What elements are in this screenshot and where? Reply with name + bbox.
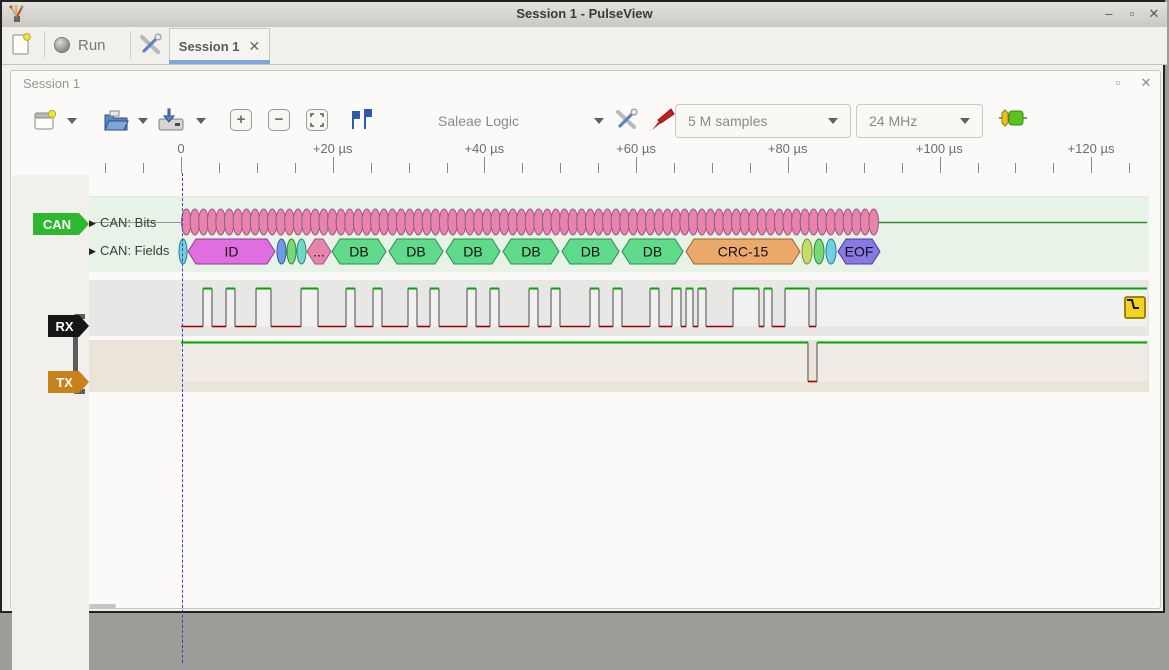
close-button[interactable]: ✕ (1145, 5, 1163, 23)
ruler-minor-tick (295, 163, 296, 173)
title-bar: Session 1 - PulseView – ▫ ✕ (2, 2, 1167, 28)
ruler-minor-tick (712, 163, 713, 173)
ruler-minor-tick (864, 163, 865, 173)
trigger-falling-edge-icon[interactable] (1124, 296, 1146, 319)
device-select-caret-icon (594, 118, 604, 124)
zoom-in-button[interactable]: + (230, 109, 252, 131)
ruler-label: +120 µs (1068, 141, 1115, 156)
ruler-minor-tick (257, 163, 258, 173)
run-button[interactable]: Run (54, 32, 124, 58)
session-close-button[interactable]: ✕ (1137, 75, 1155, 91)
ruler-major-tick (181, 157, 182, 173)
decoder-row-label-bits[interactable]: CAN: Bits (100, 215, 156, 230)
decoder-menu-icon[interactable] (999, 109, 1027, 127)
ruler-minor-tick (371, 163, 372, 173)
session-window-title: Session 1 (23, 76, 80, 91)
ruler-minor-tick (826, 163, 827, 173)
session-restore-button[interactable]: ▫ (1109, 75, 1127, 91)
toolbar-separator (44, 31, 45, 59)
device-select[interactable]: Saleae Logic (438, 109, 604, 133)
main-toolbar: Run Session 1 ✕ (2, 27, 1167, 65)
window-title: Session 1 - PulseView (2, 6, 1167, 21)
maximize-button[interactable]: ▫ (1123, 5, 1141, 23)
tab-label: Session 1 (179, 39, 240, 54)
ruler-label: +40 µs (464, 141, 504, 156)
new-session-caret-icon[interactable] (67, 118, 77, 124)
tx-channel-band[interactable] (89, 340, 1149, 392)
open-caret-icon[interactable] (138, 118, 148, 124)
horizontal-scrollbar-thumb[interactable] (89, 604, 116, 608)
ruler-label: +20 µs (313, 141, 353, 156)
ruler-minor-tick (598, 163, 599, 173)
zoom-fit-button[interactable] (306, 109, 328, 131)
ruler-minor-tick (750, 163, 751, 173)
ruler-minor-tick (409, 163, 410, 173)
ruler-major-tick (636, 157, 637, 173)
device-config-icon[interactable] (613, 107, 639, 133)
sample-count-value: 5 M samples (688, 113, 767, 129)
tab-session-1[interactable]: Session 1 ✕ (169, 28, 270, 64)
cursors-icon[interactable] (349, 109, 375, 131)
device-select-value: Saleae Logic (438, 113, 519, 129)
can-decoder-tag[interactable]: CAN (33, 213, 89, 235)
trace-gutter (12, 175, 89, 670)
ruler-minor-tick (143, 163, 144, 173)
ruler-label: 0 (177, 141, 184, 156)
ruler-label: +60 µs (616, 141, 656, 156)
save-caret-icon[interactable] (196, 118, 206, 124)
run-label: Run (78, 37, 106, 54)
ruler-major-tick (940, 157, 941, 173)
ruler-minor-tick (522, 163, 523, 173)
ruler-minor-tick (560, 163, 561, 173)
probe-icon[interactable] (649, 107, 675, 133)
toolbar-separator (130, 31, 131, 59)
ruler-minor-tick (902, 163, 903, 173)
tab-close-icon[interactable]: ✕ (248, 38, 260, 55)
new-file-icon[interactable] (12, 33, 32, 57)
decoder-row-label-fields[interactable]: CAN: Fields (100, 243, 169, 258)
ruler-minor-tick (1053, 163, 1054, 173)
open-icon[interactable] (103, 109, 129, 133)
ruler-minor-tick (447, 163, 448, 173)
ruler-major-tick (1091, 157, 1092, 173)
tab-active-indicator (169, 60, 270, 64)
ruler-major-tick (788, 157, 789, 173)
decoder-row-band[interactable] (89, 196, 1149, 272)
sample-count-select[interactable]: 5 M samples (675, 104, 851, 138)
expand-arrow-icon[interactable]: ▶ (89, 218, 96, 229)
ruler-minor-tick (1129, 163, 1130, 173)
sample-count-caret-icon (828, 118, 838, 124)
ruler-label: +100 µs (916, 141, 963, 156)
session-toolbar: + − Saleae Logic (11, 99, 1160, 143)
ruler-minor-tick (1015, 163, 1016, 173)
save-icon[interactable] (157, 107, 185, 133)
tools-icon[interactable] (138, 33, 164, 57)
ruler-major-tick (333, 157, 334, 173)
time-cursor[interactable] (182, 173, 183, 663)
sample-rate-value: 24 MHz (869, 113, 917, 129)
ruler-minor-tick (219, 163, 220, 173)
minimize-button[interactable]: – (1100, 5, 1118, 23)
ruler-minor-tick (105, 163, 106, 173)
time-ruler[interactable]: 0 +20 µs +40 µs +60 µs +80 µs +100 µs +120 µs (11, 141, 1160, 175)
app-window: Session 1 - PulseView – ▫ ✕ Run Session … (0, 0, 1165, 613)
rx-channel-band[interactable] (89, 280, 1149, 336)
ruler-minor-tick (978, 163, 979, 173)
sample-rate-caret-icon (960, 118, 970, 124)
ruler-minor-tick (674, 163, 675, 173)
expand-arrow-icon[interactable]: ▶ (89, 246, 96, 257)
zoom-out-button[interactable]: − (268, 109, 290, 131)
run-icon (54, 37, 70, 53)
ruler-label: +80 µs (768, 141, 808, 156)
session-window: Session 1 ▫ ✕ + − (10, 70, 1161, 609)
new-session-icon[interactable] (33, 109, 57, 133)
sample-rate-select[interactable]: 24 MHz (856, 104, 983, 138)
ruler-major-tick (484, 157, 485, 173)
